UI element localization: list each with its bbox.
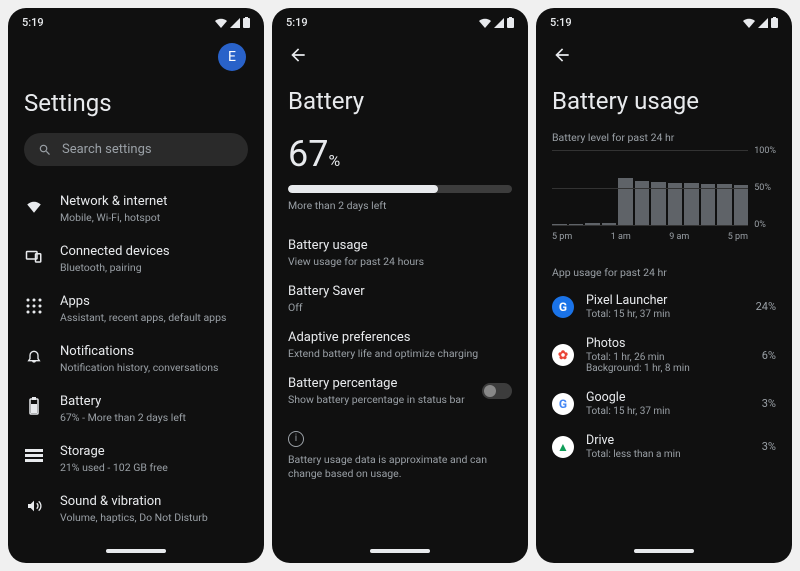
back-button[interactable] bbox=[288, 33, 512, 69]
settings-item-notifications[interactable]: NotificationsNotification history, conve… bbox=[24, 334, 248, 384]
settings-item-apps[interactable]: AppsAssistant, recent apps, default apps bbox=[24, 284, 248, 334]
nav-handle[interactable] bbox=[106, 549, 166, 553]
battery-usage-screen: 5:19 Battery usage Battery level for pas… bbox=[536, 8, 792, 563]
app-name: Google bbox=[586, 390, 750, 405]
wifi-icon bbox=[215, 18, 227, 28]
chart-bar bbox=[734, 185, 749, 225]
app-icon: G bbox=[552, 393, 574, 415]
settings-item-storage[interactable]: Storage21% used - 102 GB free bbox=[24, 434, 248, 484]
battery-progress-bar bbox=[288, 185, 512, 193]
adaptive-preferences-row[interactable]: Adaptive preferencesExtend battery life … bbox=[288, 322, 512, 368]
chart-bar bbox=[569, 224, 584, 225]
page-title: Battery usage bbox=[552, 87, 776, 115]
app-usage-percent: 3% bbox=[762, 440, 776, 453]
battery-percentage-toggle[interactable] bbox=[482, 383, 512, 399]
battery-icon bbox=[771, 17, 778, 28]
devices-icon bbox=[24, 246, 44, 266]
status-time: 5:19 bbox=[22, 16, 44, 29]
app-usage-row[interactable]: ✿ Photos Total: 1 hr, 26 minBackground: … bbox=[552, 328, 776, 382]
search-input[interactable]: Search settings bbox=[24, 133, 248, 166]
wifi-icon bbox=[24, 196, 44, 216]
app-usage-detail: Total: 1 hr, 26 minBackground: 1 hr, 8 m… bbox=[586, 352, 750, 374]
app-icon: ✿ bbox=[552, 344, 574, 366]
app-usage-row[interactable]: G Google Total: 15 hr, 37 min 3% bbox=[552, 382, 776, 425]
chart-bar bbox=[618, 178, 633, 225]
nav-handle[interactable] bbox=[634, 549, 694, 553]
chart-bar bbox=[701, 184, 716, 225]
settings-item-network[interactable]: Network & internetMobile, Wi-Fi, hotspot bbox=[24, 184, 248, 234]
wifi-icon bbox=[479, 18, 491, 28]
status-bar: 5:19 bbox=[536, 8, 792, 33]
app-usage-percent: 6% bbox=[762, 349, 776, 362]
battery-percent: 67% bbox=[288, 133, 512, 175]
chart-bar bbox=[668, 183, 683, 225]
signal-icon bbox=[494, 18, 504, 28]
settings-item-sound[interactable]: Sound & vibrationVolume, haptics, Do Not… bbox=[24, 484, 248, 534]
signal-icon bbox=[758, 18, 768, 28]
profile-avatar[interactable]: E bbox=[218, 43, 246, 71]
apps-icon bbox=[24, 296, 44, 316]
app-name: Drive bbox=[586, 433, 750, 448]
page-title: Battery bbox=[288, 87, 512, 115]
battery-level-chart: 100% 50% 0% 5 pm 1 am 9 am 5 pm bbox=[552, 150, 776, 240]
app-usage-label: App usage for past 24 hr bbox=[552, 266, 776, 279]
chart-bar bbox=[684, 183, 699, 225]
chart-bar bbox=[602, 223, 617, 225]
status-icons bbox=[215, 17, 250, 28]
battery-usage-row[interactable]: Battery usageView usage for past 24 hour… bbox=[288, 230, 512, 276]
chart-label: Battery level for past 24 hr bbox=[552, 131, 776, 144]
chart-bar bbox=[585, 223, 600, 225]
storage-icon bbox=[24, 446, 44, 466]
status-time: 5:19 bbox=[286, 16, 308, 29]
settings-item-battery[interactable]: Battery67% - More than 2 days left bbox=[24, 384, 248, 434]
page-title: Settings bbox=[24, 89, 248, 117]
battery-screen: 5:19 Battery 67% More than 2 days left B… bbox=[272, 8, 528, 563]
settings-item-connected[interactable]: Connected devicesBluetooth, pairing bbox=[24, 234, 248, 284]
search-placeholder: Search settings bbox=[62, 142, 152, 157]
bell-icon bbox=[24, 346, 44, 366]
arrow-back-icon bbox=[288, 45, 308, 65]
nav-handle[interactable] bbox=[370, 549, 430, 553]
chart-bar bbox=[651, 182, 666, 225]
app-usage-percent: 3% bbox=[762, 397, 776, 410]
battery-icon bbox=[24, 396, 44, 416]
battery-icon bbox=[507, 17, 514, 28]
battery-saver-row[interactable]: Battery SaverOff bbox=[288, 276, 512, 322]
chart-bar bbox=[552, 224, 567, 225]
status-time: 5:19 bbox=[550, 16, 572, 29]
settings-screen: 5:19 E Settings Search settings Network … bbox=[8, 8, 264, 563]
search-icon bbox=[38, 143, 52, 157]
info-text: Battery usage data is approximate and ca… bbox=[288, 453, 512, 482]
app-usage-detail: Total: 15 hr, 37 min bbox=[586, 309, 744, 320]
signal-icon bbox=[230, 18, 240, 28]
info-icon: i bbox=[288, 431, 304, 447]
wifi-icon bbox=[743, 18, 755, 28]
status-bar: 5:19 bbox=[8, 8, 264, 33]
arrow-back-icon bbox=[552, 45, 572, 65]
chart-bar bbox=[717, 184, 732, 225]
back-button[interactable] bbox=[552, 33, 776, 69]
status-icons bbox=[479, 17, 514, 28]
volume-icon bbox=[24, 496, 44, 516]
app-usage-detail: Total: less than a min bbox=[586, 449, 750, 460]
battery-icon bbox=[243, 17, 250, 28]
chart-bar bbox=[635, 181, 650, 225]
app-icon: ▲ bbox=[552, 436, 574, 458]
status-bar: 5:19 bbox=[272, 8, 528, 33]
app-usage-percent: 24% bbox=[756, 300, 776, 313]
app-icon: G bbox=[552, 296, 574, 318]
app-name: Photos bbox=[586, 336, 750, 351]
app-name: Pixel Launcher bbox=[586, 293, 744, 308]
battery-time-left: More than 2 days left bbox=[288, 199, 512, 212]
app-usage-detail: Total: 15 hr, 37 min bbox=[586, 406, 750, 417]
battery-percentage-row[interactable]: Battery percentageShow battery percentag… bbox=[288, 368, 512, 414]
status-icons bbox=[743, 17, 778, 28]
app-usage-row[interactable]: ▲ Drive Total: less than a min 3% bbox=[552, 425, 776, 468]
app-usage-row[interactable]: G Pixel Launcher Total: 15 hr, 37 min 24… bbox=[552, 285, 776, 328]
